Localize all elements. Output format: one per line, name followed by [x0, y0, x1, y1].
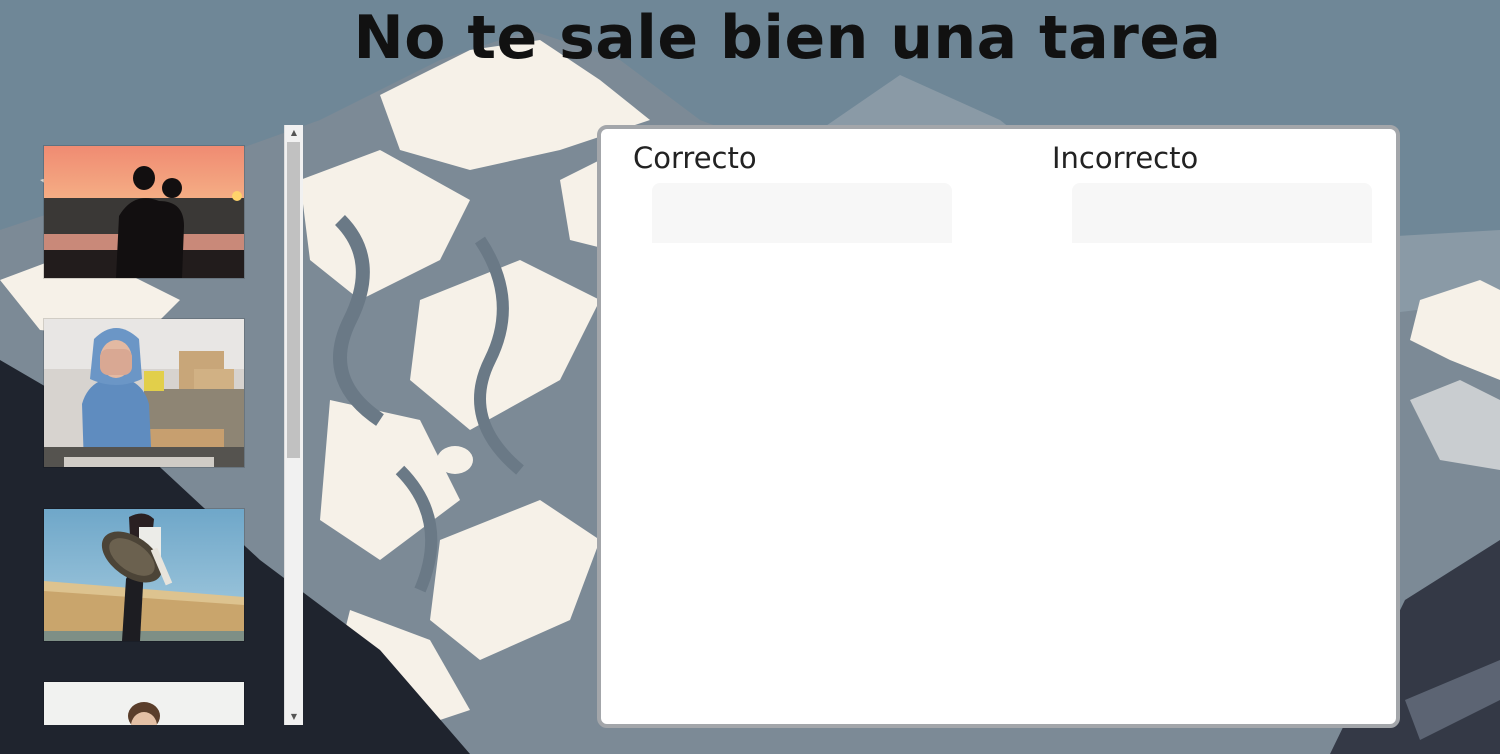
scrollbar-thumb[interactable]: [287, 142, 300, 458]
gallery-item-man-partial[interactable]: [43, 681, 245, 725]
scroll-up-arrow-icon[interactable]: ▲: [285, 125, 303, 141]
gallery-item-man-hoodie[interactable]: [43, 318, 245, 468]
page-title: No te sale bien una tarea: [353, 3, 1222, 73]
category-title-incorrecto: Incorrecto: [1052, 141, 1199, 175]
category-title-correcto: Correcto: [633, 141, 757, 175]
image-gallery[interactable]: [30, 125, 302, 725]
photo-man-partial-icon: [44, 682, 244, 725]
sorting-panel: Correcto Incorrecto: [597, 125, 1400, 728]
drop-zone-incorrecto[interactable]: [1072, 183, 1372, 243]
gallery-item-couple-sunset[interactable]: [43, 145, 245, 279]
gallery-scrollbar[interactable]: ▲ ▼: [284, 125, 303, 725]
drop-zone-correcto[interactable]: [652, 183, 952, 243]
gallery-item-woman-kicking[interactable]: [43, 508, 245, 642]
scroll-down-arrow-icon[interactable]: ▼: [285, 709, 303, 725]
photo-woman-kicking-icon: [44, 509, 244, 641]
photo-man-hoodie-face-palm-icon: [44, 319, 244, 467]
photo-couple-hug-sunset-icon: [44, 146, 244, 278]
